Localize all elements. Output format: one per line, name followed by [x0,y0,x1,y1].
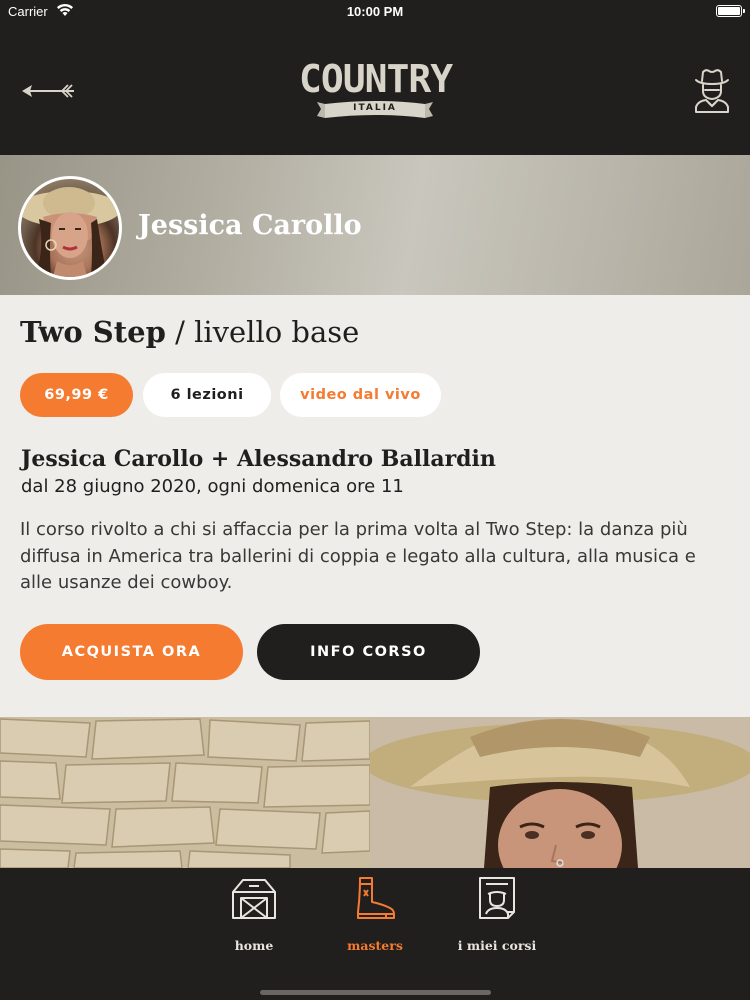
course-teachers: Jessica Carollo + Alessandro Ballardin [21,446,496,472]
clock: 10:00 PM [346,4,404,19]
tab-my-courses[interactable]: i miei corsi [442,876,552,953]
format-badge: video dal vivo [280,373,441,417]
price-badge: 69,99 € [20,373,133,417]
course-schedule: dal 28 giugno 2020, ogni domenica ore 11 [21,476,404,497]
course-level: / livello base [165,315,360,349]
boot-icon [357,877,395,919]
app-header: COUNTRY ITALIA [0,24,750,155]
battery-icon [716,5,745,17]
logo-subtitle: ITALIA [353,103,397,113]
arrow-left-icon[interactable] [20,78,78,104]
tab-masters-label: masters [347,938,403,953]
tab-home[interactable]: home [199,876,309,953]
instructor-banner: Jessica Carollo [0,155,750,295]
instructor-name: Jessica Carollo [138,210,362,241]
barn-icon [232,879,276,919]
tab-my-courses-label: i miei corsi [457,938,537,953]
stone-wall-image [0,717,371,868]
course-description: Il corso rivolto a chi si affaccia per l… [20,519,696,593]
country-italia-logo: COUNTRY ITALIA [299,57,453,124]
tab-home-label: home [234,938,274,953]
wanted-poster-icon [479,877,515,919]
home-indicator[interactable] [260,990,491,995]
status-bar: Carrier 10:00 PM [0,0,750,24]
avatar-portrait-image [21,187,119,277]
lessons-badge: 6 lezioni [143,373,271,417]
avatar [18,176,122,280]
course-card: Two Step / livello base 69,99 € 6 lezion… [0,295,750,717]
cowboy-user-icon[interactable] [692,66,732,114]
tab-bar: home masters i miei corsi [0,868,750,1000]
course-info-button[interactable]: INFO CORSO [257,624,480,680]
course-title: Two Step / livello base [20,315,359,349]
dancer-portrait-image [370,717,750,868]
tab-masters[interactable]: masters [320,876,430,953]
course-photo [0,717,750,868]
logo-word: COUNTRY [299,57,453,101]
course-name: Two Step [20,315,166,349]
buy-now-button[interactable]: ACQUISTA ORA [20,624,243,680]
